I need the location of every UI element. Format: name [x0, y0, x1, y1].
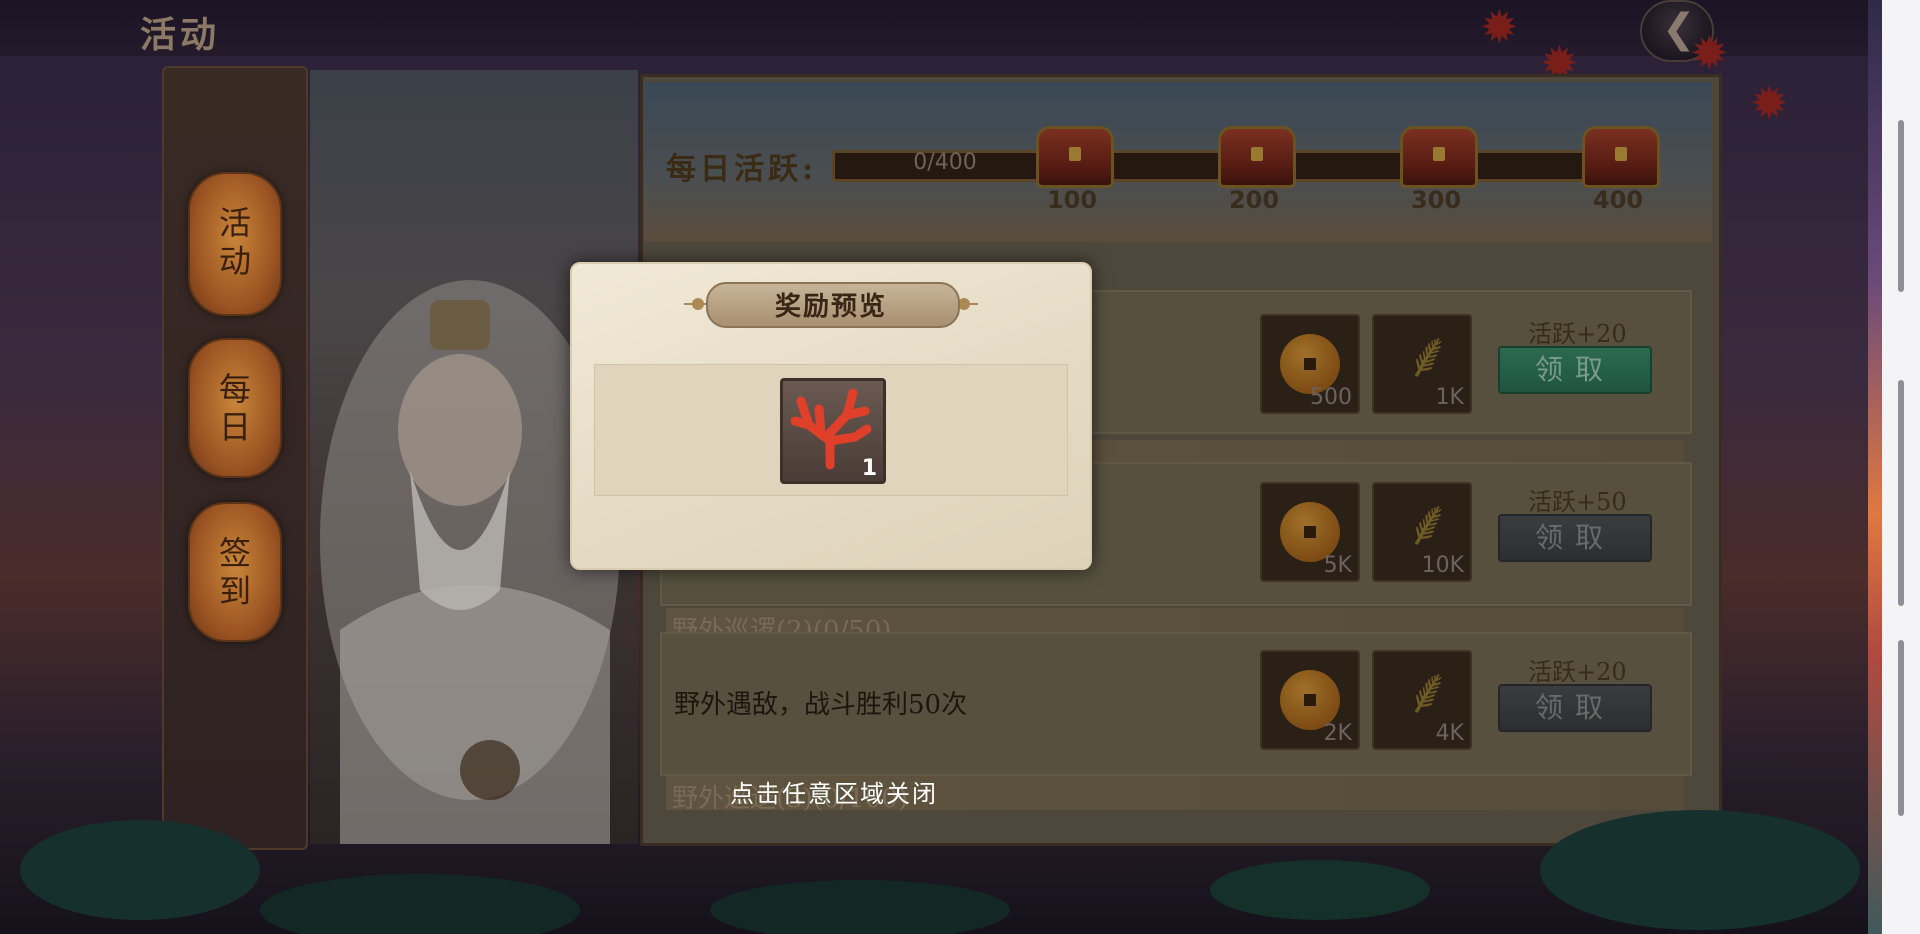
modal-title: 奖励预览: [774, 292, 887, 322]
game-screen: 活动 ❮ ✹ ✹ ✹ ✹ ✹ 活动 每日 签到 每日活跃: 0/400 1: [0, 0, 1882, 934]
scrollbar[interactable]: [1898, 120, 1904, 292]
reward-item-slot[interactable]: 1: [780, 378, 886, 484]
plaque-ornament: [692, 298, 704, 310]
close-hint-text: 点击任意区域关闭: [730, 780, 938, 808]
scrollbar[interactable]: [1898, 640, 1904, 816]
scrollbar[interactable]: [1898, 380, 1904, 606]
reward-item-qty: 1: [861, 456, 877, 481]
